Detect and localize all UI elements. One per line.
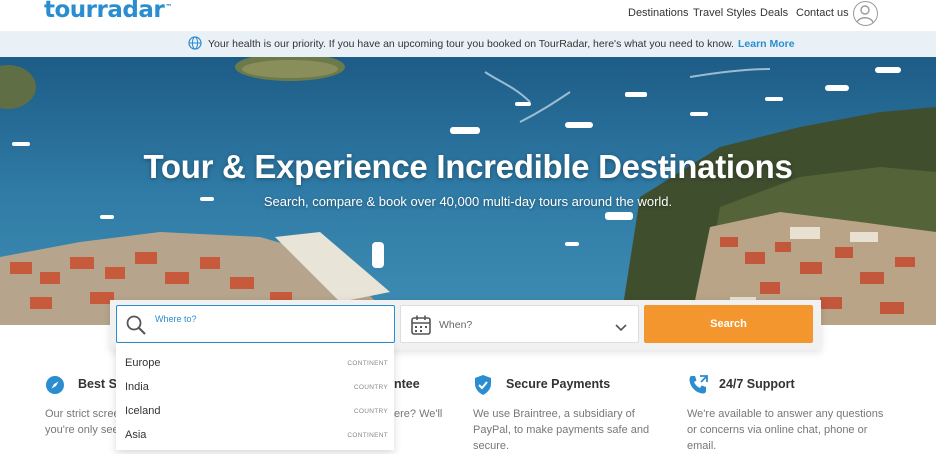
feature-title-best: Best S — [78, 377, 117, 391]
nav-contact-us[interactable]: Contact us — [796, 7, 849, 19]
suggestion-iceland[interactable]: Iceland COUNTRY — [116, 400, 394, 424]
user-avatar-icon[interactable] — [853, 1, 878, 26]
feature-title-guarantee: ntee — [394, 377, 420, 391]
search-button[interactable]: Search — [644, 305, 813, 343]
feature-text-best-1: Our strict scree — [45, 408, 120, 420]
calendar-icon — [410, 314, 432, 341]
chevron-down-icon — [615, 319, 627, 337]
globe-icon — [188, 36, 202, 53]
feature-text-support-3: email. — [687, 440, 717, 452]
tourradar-logo[interactable]: tourradar™ — [44, 0, 172, 23]
suggestion-europe[interactable]: Europe CONTINENT — [116, 352, 394, 376]
feature-text-secure-1: We use Braintree, a subsidiary of — [473, 408, 635, 420]
where-to-input[interactable]: Where to? — [116, 305, 395, 343]
nav-deals[interactable]: Deals — [760, 7, 788, 19]
feature-text-guarantee-1: ere? We'll — [394, 408, 443, 420]
site-header: tourradar™ Destinations Travel Styles De… — [0, 0, 936, 31]
destination-suggestions: Europe CONTINENT India COUNTRY Iceland C… — [116, 343, 394, 450]
hero-title: Tour & Experience Incredible Destination… — [143, 148, 793, 185]
feature-text-secure-2: PayPal, to make payments safe and — [473, 424, 650, 436]
search-icon — [125, 314, 147, 341]
shield-check-icon — [473, 374, 493, 401]
phone-support-icon — [687, 374, 709, 401]
hero-subtitle: Search, compare & book over 40,000 multi… — [263, 194, 673, 209]
nav-travel-styles[interactable]: Travel Styles — [693, 7, 756, 19]
banner-message: Your health is our priority. If you have… — [208, 38, 734, 50]
nav-destinations[interactable]: Destinations — [628, 7, 689, 19]
health-banner: Your health is our priority. If you have… — [0, 31, 936, 57]
learn-more-link[interactable]: Learn More — [738, 38, 795, 50]
hero-image: Tour & Experience Incredible Destination… — [0, 57, 936, 325]
feature-title-support: 24/7 Support — [719, 377, 795, 391]
where-to-placeholder: Where to? — [155, 314, 197, 324]
suggestion-india[interactable]: India COUNTRY — [116, 376, 394, 400]
feature-title-secure-payments: Secure Payments — [506, 377, 611, 391]
feature-text-secure-3: secure. — [473, 440, 510, 452]
suggestion-asia[interactable]: Asia CONTINENT — [116, 424, 394, 448]
when-label: When? — [439, 319, 473, 331]
feature-text-support-1: We're available to answer any questions — [687, 408, 884, 420]
feature-text-best-2: you're only see — [45, 424, 119, 436]
coastal-harbor-photo — [0, 57, 936, 325]
feature-text-support-2: or concerns via online chat, phone or — [687, 424, 868, 436]
when-date-picker[interactable]: When? — [400, 305, 639, 343]
compass-icon — [45, 375, 65, 400]
